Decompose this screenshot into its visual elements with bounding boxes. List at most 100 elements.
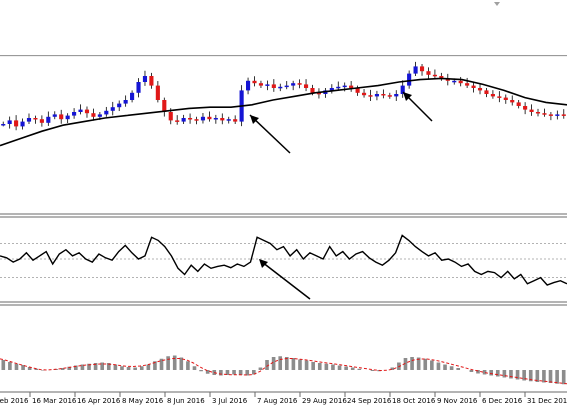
candle-body <box>529 109 534 112</box>
candle-body <box>452 80 457 83</box>
candle-body <box>477 88 483 91</box>
candle-body <box>394 94 399 97</box>
candle-body <box>97 114 102 117</box>
scroll-marker-icon <box>494 2 500 6</box>
arrow-head-icon <box>259 259 268 268</box>
candle-body <box>168 112 173 121</box>
time-tick-label: 8 May 2016 <box>122 397 164 405</box>
candle-body <box>136 82 141 93</box>
candle-body <box>510 100 515 103</box>
candle-body <box>516 102 521 106</box>
candle-body <box>84 109 90 114</box>
candle-body <box>14 120 19 127</box>
candle-body <box>1 124 6 126</box>
time-tick-label: 24 Sep 2016 <box>347 397 392 405</box>
candle-body <box>188 118 193 120</box>
candle-body <box>361 92 367 96</box>
candle-body <box>65 115 70 120</box>
candle-body <box>271 84 276 88</box>
candle-body <box>490 94 495 97</box>
candle-body <box>130 92 135 100</box>
candle-body <box>149 76 154 86</box>
oscillator-arrows <box>259 259 311 300</box>
candle-body <box>110 107 115 111</box>
candle-body <box>52 114 57 117</box>
candle-body <box>484 90 489 94</box>
price-panel <box>0 2 567 215</box>
time-tick-label: 9 Nov 2016 <box>437 397 478 405</box>
candle-body <box>20 121 25 127</box>
arrow-line <box>261 261 311 300</box>
candle-body <box>252 80 257 84</box>
candle-body <box>336 86 341 89</box>
candle-body <box>246 80 251 91</box>
candle-body <box>374 94 379 97</box>
candle-body <box>265 84 270 86</box>
time-axis: Feb 201616 Mar 201616 Apr 20168 May 2016… <box>0 391 567 405</box>
time-tick-label: 7 Aug 2016 <box>257 397 298 405</box>
candle-body <box>555 114 560 116</box>
oscillator-levels <box>0 243 567 279</box>
candle-body <box>368 95 373 97</box>
candle-body <box>465 83 470 86</box>
candle-body <box>194 119 199 121</box>
candle-body <box>91 113 96 117</box>
oscillator-panel <box>0 216 567 303</box>
candle-body <box>59 114 64 120</box>
candle-body <box>458 80 463 84</box>
candle-body <box>213 118 218 120</box>
time-tick-label: 6 Dec 2016 <box>482 397 523 405</box>
candle-body <box>278 86 283 89</box>
time-tick-label: 3 Jul 2016 <box>212 397 248 405</box>
candles <box>1 61 566 131</box>
candle-body <box>548 114 553 116</box>
candle-body <box>142 76 148 82</box>
candle-body <box>310 88 315 93</box>
time-tick-label: Feb 2016 <box>0 397 29 405</box>
candle-body <box>181 118 186 122</box>
indicator-chart: Feb 201616 Mar 201616 Apr 20168 May 2016… <box>0 2 567 405</box>
time-tick-label: 16 Mar 2016 <box>32 397 77 405</box>
candle-body <box>535 112 541 114</box>
macd-bars <box>1 355 566 385</box>
price-arrows <box>249 91 433 154</box>
candle-body <box>258 83 264 86</box>
time-tick-label: 18 Oct 2016 <box>392 397 436 405</box>
candle-body <box>175 120 180 122</box>
candle-body <box>104 110 109 115</box>
candle-body <box>542 113 547 115</box>
candle-body <box>220 118 225 121</box>
candle-body <box>155 85 160 100</box>
candle-body <box>200 116 206 121</box>
candle-body <box>342 85 347 88</box>
candle-body <box>503 97 508 100</box>
candle-body <box>432 74 437 77</box>
candle-body <box>123 100 128 104</box>
candle-body <box>291 83 296 86</box>
time-tick-label: 31 Dec 2016 <box>527 397 567 405</box>
candle-body <box>387 95 392 97</box>
candle-body <box>497 96 502 98</box>
candle-body <box>303 84 309 88</box>
candle-body <box>233 119 238 122</box>
candle-body <box>33 118 38 120</box>
candle-body <box>349 85 354 88</box>
candle-body <box>26 118 32 122</box>
candle-body <box>426 71 431 75</box>
candle-body <box>284 85 289 88</box>
time-tick-label: 8 Jun 2016 <box>167 397 205 405</box>
candle-body <box>72 112 77 116</box>
candle-body <box>78 109 83 112</box>
candle-body <box>7 120 12 124</box>
candle-body <box>39 119 44 123</box>
candle-body <box>381 94 386 96</box>
candle-body <box>226 119 231 121</box>
candle-body <box>407 73 412 86</box>
candle-body <box>117 103 122 108</box>
time-tick-label: 29 Aug 2016 <box>302 397 347 405</box>
candle-body <box>207 116 212 120</box>
macd-panel <box>0 304 567 385</box>
candle-body <box>561 114 566 116</box>
candle-body <box>523 106 528 110</box>
macd-signal-line <box>0 358 567 385</box>
